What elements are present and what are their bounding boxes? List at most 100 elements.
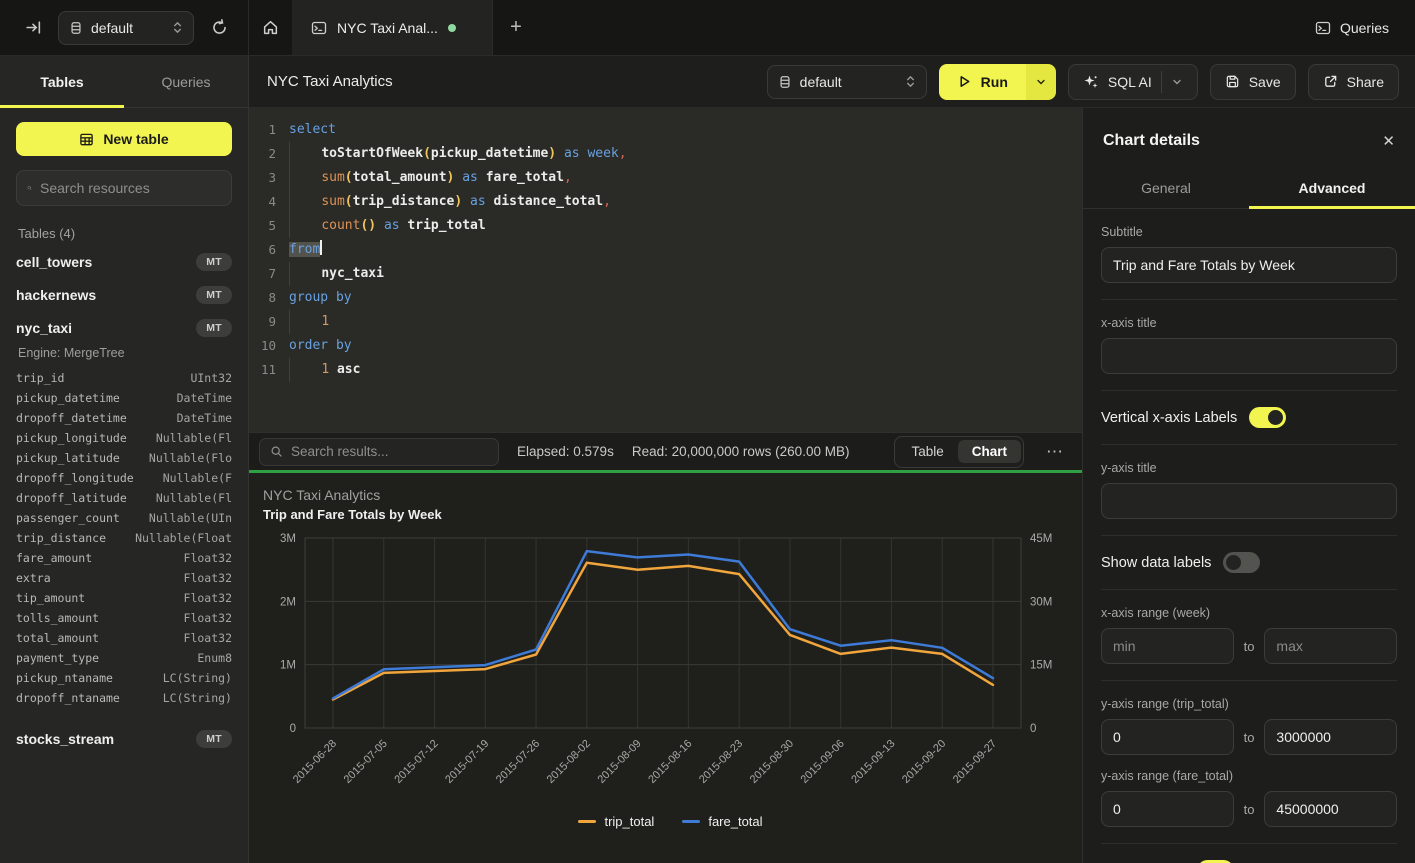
legend-label: fare_total <box>708 814 762 829</box>
tab-strip: NYC Taxi Anal... + <box>249 0 1315 55</box>
column-name: trip_distance <box>16 528 106 548</box>
code-text: from <box>289 238 1082 262</box>
x-axis-tick: 2015-09-20 <box>900 738 948 786</box>
table-row-stocks-stream[interactable]: stocks_stream MT <box>16 722 232 755</box>
x-axis-tick: 2015-08-30 <box>748 738 796 786</box>
topbar-right: Queries <box>1315 0 1415 55</box>
main-header: NYC Taxi Analytics default Run <box>249 56 1415 108</box>
code-text: count() as trip_total <box>289 214 1082 238</box>
chevron-down-icon <box>1171 76 1183 88</box>
engine-badge: MT <box>196 730 232 748</box>
queries-button[interactable]: Queries <box>1315 20 1389 36</box>
column-row: fare_amountFloat32 <box>16 548 232 568</box>
run-database-selector[interactable]: default <box>767 65 927 99</box>
column-name: dropoff_longitude <box>16 468 134 488</box>
engine-detail: Engine: MergeTree <box>18 346 232 360</box>
y-axis-range-trip-max-input[interactable] <box>1264 719 1397 755</box>
x-axis-tick: 2015-08-09 <box>595 738 643 786</box>
y-axis-range-fare-max-input[interactable] <box>1264 791 1397 827</box>
column-name: tip_amount <box>16 588 85 608</box>
home-button[interactable] <box>249 0 293 55</box>
column-name: pickup_datetime <box>16 388 120 408</box>
line-number: 6 <box>249 238 289 262</box>
new-table-button[interactable]: New table <box>16 122 232 156</box>
tab-advanced[interactable]: Advanced <box>1249 168 1415 208</box>
view-toggle-chart[interactable]: Chart <box>958 440 1021 463</box>
legend-item-fare_total[interactable]: fare_total <box>682 814 762 829</box>
x-axis-range-min-input[interactable] <box>1101 628 1234 664</box>
panel-tabs: General Advanced <box>1083 168 1415 209</box>
collapse-sidebar-button[interactable] <box>18 13 48 43</box>
sidebar-tab-tables[interactable]: Tables <box>0 56 124 107</box>
app-root: default NYC Taxi Anal... + Queries <box>0 0 1415 863</box>
more-options-button[interactable]: ⋯ <box>1042 442 1068 462</box>
sql-ai-button[interactable]: SQL AI <box>1068 64 1198 100</box>
table-row-hackernews[interactable]: hackernews MT <box>16 278 232 311</box>
code-token: as <box>470 194 486 209</box>
close-icon[interactable]: ✕ <box>1382 132 1395 150</box>
results-search-input[interactable] <box>291 444 488 459</box>
code-token <box>478 170 486 185</box>
code-text: nyc_taxi <box>289 262 1082 286</box>
search-icon <box>27 181 32 195</box>
column-name: trip_id <box>16 368 64 388</box>
code-text: toStartOfWeek(pickup_datetime) as week, <box>289 142 1082 166</box>
column-row: dropoff_longitudeNullable(F <box>16 468 232 488</box>
tab-general[interactable]: General <box>1083 168 1249 208</box>
code-token: asc <box>337 362 360 377</box>
x-axis-range-label: x-axis range (week) <box>1101 606 1397 620</box>
y-axis-range-trip-label: y-axis range (trip_total) <box>1101 697 1397 711</box>
share-button[interactable]: Share <box>1308 64 1399 100</box>
share-icon <box>1323 74 1338 89</box>
chevron-down-icon <box>1035 76 1047 88</box>
left-axis-tick: 0 <box>290 723 296 735</box>
run-button[interactable]: Run <box>939 64 1026 100</box>
vertical-x-labels-toggle[interactable] <box>1249 407 1286 428</box>
database-selector[interactable]: default <box>58 11 194 45</box>
code-token <box>290 194 321 209</box>
x-axis-title-label: x-axis title <box>1101 316 1397 330</box>
save-button[interactable]: Save <box>1210 64 1296 100</box>
legend-swatch <box>578 820 596 823</box>
column-type: Nullable(Fl <box>156 488 232 508</box>
code-token: trip_total <box>407 218 485 233</box>
show-data-labels-toggle[interactable] <box>1223 552 1260 573</box>
y-axis-range-fare-min-input[interactable] <box>1101 791 1234 827</box>
run-options-button[interactable] <box>1026 64 1056 100</box>
y-axis-range-trip-min-input[interactable] <box>1101 719 1234 755</box>
code-token: ) <box>548 146 556 161</box>
table-row-nyc-taxi[interactable]: nyc_taxi MT <box>16 311 232 344</box>
tab-nyc-taxi-analytics[interactable]: NYC Taxi Anal... <box>293 0 493 55</box>
code-line: 7 nyc_taxi <box>249 262 1082 286</box>
collapse-sidebar-icon <box>25 19 42 36</box>
refresh-button[interactable] <box>204 13 234 43</box>
new-tab-button[interactable]: + <box>493 0 539 55</box>
sidebar-tab-queries[interactable]: Queries <box>124 56 248 107</box>
top-bar: default NYC Taxi Anal... + Queries <box>0 0 1415 56</box>
column-name: extra <box>16 568 51 588</box>
engine-badge: MT <box>196 253 232 271</box>
x-axis-range-max-input[interactable] <box>1264 628 1397 664</box>
code-token: 1 <box>321 362 329 377</box>
code-token: trip_distance <box>353 194 455 209</box>
y-axis-title-input[interactable] <box>1101 483 1397 519</box>
code-token: toStartOfWeek <box>321 146 423 161</box>
column-row: dropoff_ntanameLC(String) <box>16 688 232 708</box>
code-token: () <box>360 218 376 233</box>
legend-item-trip_total[interactable]: trip_total <box>578 814 654 829</box>
x-axis-title-input[interactable] <box>1101 338 1397 374</box>
right-axis-tick: 30M <box>1030 596 1052 608</box>
resource-search-input[interactable] <box>40 180 221 196</box>
home-icon <box>262 19 279 36</box>
divider <box>1101 680 1397 681</box>
table-row-cell-towers[interactable]: cell_towers MT <box>16 245 232 278</box>
code-token: 1 <box>321 314 329 329</box>
sql-editor[interactable]: 1select2 toStartOfWeek(pickup_datetime) … <box>249 108 1082 432</box>
x-axis-tick: 2015-07-19 <box>443 738 491 786</box>
series-line-fare_total <box>333 551 993 698</box>
view-toggle-table[interactable]: Table <box>897 440 957 463</box>
divider <box>1101 589 1397 590</box>
code-line: 1select <box>249 118 1082 142</box>
code-token: distance_total <box>494 194 604 209</box>
subtitle-input[interactable] <box>1101 247 1397 283</box>
